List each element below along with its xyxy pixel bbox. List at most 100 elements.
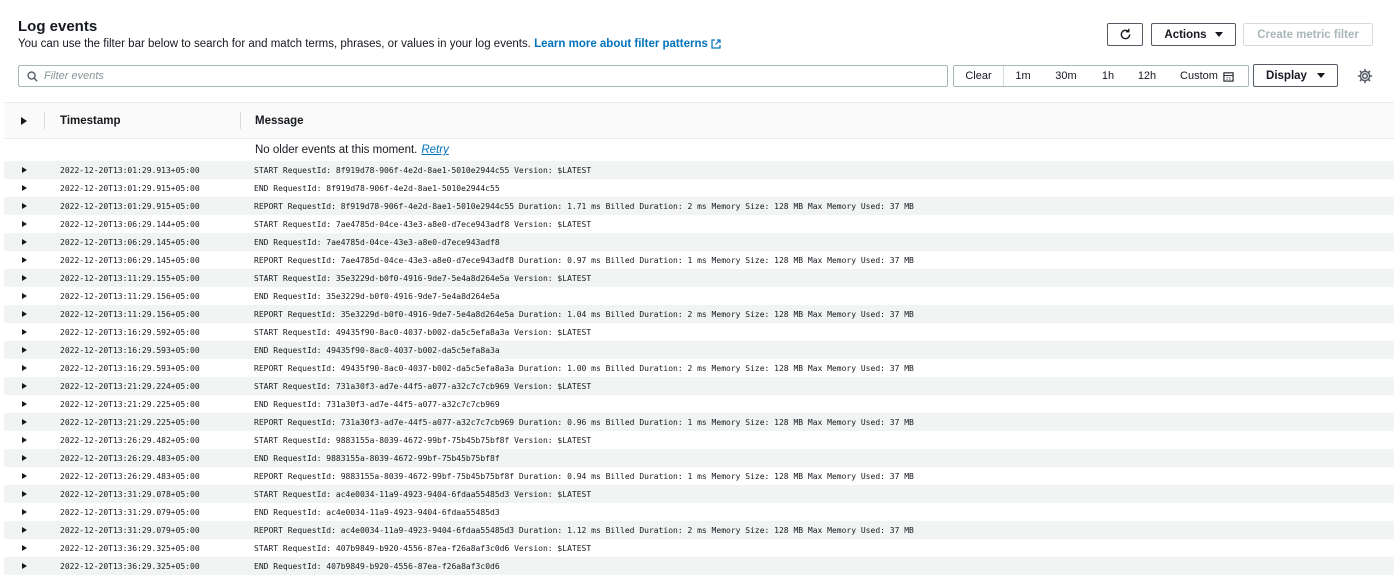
table-row[interactable]: 2022-12-20T13:31:29.079+05:00 REPORT Requ… — [4, 521, 1394, 539]
row-expand-toggle[interactable] — [4, 455, 44, 461]
row-message: START RequestId: 49435f90-8ac0-4037-b002… — [254, 327, 592, 337]
row-timestamp: 2022-12-20T13:36:29.325+05:00 — [60, 561, 200, 571]
filter-events-search[interactable] — [18, 65, 948, 87]
search-input[interactable] — [44, 70, 924, 82]
row-expand-toggle[interactable] — [4, 419, 44, 425]
caret-right-icon — [21, 455, 27, 461]
row-timestamp: 2022-12-20T13:16:29.593+05:00 — [60, 363, 200, 373]
caret-right-icon — [21, 239, 27, 245]
caret-right-icon — [21, 167, 27, 173]
row-message: END RequestId: 35e3229d-b0f0-4916-9de7-5… — [254, 291, 500, 301]
row-timestamp: 2022-12-20T13:21:29.225+05:00 — [60, 417, 200, 427]
row-expand-toggle[interactable] — [4, 185, 44, 191]
row-expand-toggle[interactable] — [4, 563, 44, 569]
row-expand-toggle[interactable] — [4, 221, 44, 227]
column-header-timestamp[interactable]: Timestamp — [44, 112, 240, 129]
table-row[interactable]: 2022-12-20T13:36:29.325+05:00 END Request… — [4, 557, 1394, 575]
table-row[interactable]: 2022-12-20T13:01:29.913+05:00 START Reque… — [4, 161, 1394, 179]
caret-down-icon — [1316, 73, 1325, 78]
caret-right-icon — [21, 563, 27, 569]
caret-right-icon — [21, 221, 27, 227]
actions-button[interactable]: Actions — [1151, 23, 1236, 46]
no-older-text: No older events at this moment. — [255, 144, 418, 156]
row-expand-toggle[interactable] — [4, 365, 44, 371]
learn-more-link[interactable]: Learn more about filter patterns — [534, 38, 721, 50]
table-row[interactable]: 2022-12-20T13:16:29.592+05:00 START Reque… — [4, 323, 1394, 341]
table-row[interactable]: 2022-12-20T13:01:29.915+05:00 END Request… — [4, 179, 1394, 197]
row-expand-toggle[interactable] — [4, 203, 44, 209]
table-row[interactable]: 2022-12-20T13:06:29.144+05:00 START Reque… — [4, 215, 1394, 233]
table-row[interactable]: 2022-12-20T13:06:29.145+05:00 REPORT Requ… — [4, 251, 1394, 269]
row-timestamp: 2022-12-20T13:06:29.144+05:00 — [60, 219, 200, 229]
table-body: 2022-12-20T13:01:29.913+05:00 START Reque… — [4, 161, 1394, 575]
column-header-message[interactable]: Message — [240, 112, 304, 129]
time-range-clear[interactable]: Clear — [954, 66, 1004, 86]
row-message: REPORT RequestId: 8f919d78-906f-4e2d-8ae… — [254, 201, 914, 211]
row-expand-toggle[interactable] — [4, 437, 44, 443]
table-row[interactable]: 2022-12-20T13:21:29.224+05:00 START Reque… — [4, 377, 1394, 395]
table-row[interactable]: 2022-12-20T13:21:29.225+05:00 REPORT Requ… — [4, 413, 1394, 431]
row-timestamp: 2022-12-20T13:16:29.593+05:00 — [60, 345, 200, 355]
row-message: REPORT RequestId: 49435f90-8ac0-4037-b00… — [254, 363, 914, 373]
page-description: You can use the filter bar below to sear… — [18, 37, 721, 51]
row-expand-toggle[interactable] — [4, 509, 44, 515]
row-expand-toggle[interactable] — [4, 275, 44, 281]
time-range-12h[interactable]: 12h — [1126, 66, 1168, 86]
table-row[interactable]: 2022-12-20T13:16:29.593+05:00 REPORT Requ… — [4, 359, 1394, 377]
row-expand-toggle[interactable] — [4, 383, 44, 389]
row-expand-toggle[interactable] — [4, 527, 44, 533]
row-timestamp: 2022-12-20T13:31:29.078+05:00 — [60, 489, 200, 499]
caret-right-icon — [21, 116, 27, 125]
table-row[interactable]: 2022-12-20T13:26:29.483+05:00 END Request… — [4, 449, 1394, 467]
row-timestamp: 2022-12-20T13:21:29.225+05:00 — [60, 399, 200, 409]
expand-all-toggle[interactable] — [4, 116, 44, 125]
row-expand-toggle[interactable] — [4, 401, 44, 407]
row-expand-toggle[interactable] — [4, 473, 44, 479]
row-timestamp: 2022-12-20T13:06:29.145+05:00 — [60, 237, 200, 247]
table-row[interactable]: 2022-12-20T13:06:29.145+05:00 END Request… — [4, 233, 1394, 251]
row-timestamp: 2022-12-20T13:11:29.156+05:00 — [60, 309, 200, 319]
time-range-custom[interactable]: Custom — [1168, 66, 1246, 86]
table-row[interactable]: 2022-12-20T13:36:29.325+05:00 START Reque… — [4, 539, 1394, 557]
caret-right-icon — [21, 329, 27, 335]
table-row[interactable]: 2022-12-20T13:01:29.915+05:00 REPORT Requ… — [4, 197, 1394, 215]
row-expand-toggle[interactable] — [4, 545, 44, 551]
display-button[interactable]: Display — [1253, 64, 1338, 87]
row-expand-toggle[interactable] — [4, 293, 44, 299]
table-row[interactable]: 2022-12-20T13:11:29.156+05:00 END Request… — [4, 287, 1394, 305]
retry-link[interactable]: Retry — [421, 144, 448, 156]
calendar-icon — [1223, 71, 1234, 82]
create-metric-filter-button[interactable]: Create metric filter — [1243, 23, 1373, 46]
row-expand-toggle[interactable] — [4, 257, 44, 263]
row-expand-toggle[interactable] — [4, 167, 44, 173]
table-row[interactable]: 2022-12-20T13:21:29.225+05:00 END Request… — [4, 395, 1394, 413]
table-row[interactable]: 2022-12-20T13:31:29.078+05:00 START Reque… — [4, 485, 1394, 503]
table-row[interactable]: 2022-12-20T13:11:29.156+05:00 REPORT Requ… — [4, 305, 1394, 323]
row-expand-toggle[interactable] — [4, 239, 44, 245]
row-message: START RequestId: 35e3229d-b0f0-4916-9de7… — [254, 273, 592, 283]
table-row[interactable]: 2022-12-20T13:16:29.593+05:00 END Request… — [4, 341, 1394, 359]
table-row[interactable]: 2022-12-20T13:26:29.482+05:00 START Reque… — [4, 431, 1394, 449]
caret-right-icon — [21, 473, 27, 479]
table-row[interactable]: 2022-12-20T13:26:29.483+05:00 REPORT Requ… — [4, 467, 1394, 485]
row-expand-toggle[interactable] — [4, 491, 44, 497]
page-header: Log events You can use the filter bar be… — [18, 18, 721, 51]
time-range-30m[interactable]: 30m — [1042, 66, 1090, 86]
table-row[interactable]: 2022-12-20T13:11:29.155+05:00 START Reque… — [4, 269, 1394, 287]
row-message: REPORT RequestId: 9883155a-8039-4672-99b… — [254, 471, 914, 481]
row-message: END RequestId: ac4e0034-11a9-4923-9404-6… — [254, 507, 500, 517]
row-timestamp: 2022-12-20T13:26:29.483+05:00 — [60, 471, 200, 481]
row-message: START RequestId: 731a30f3-ad7e-44f5-a077… — [254, 381, 592, 391]
caret-right-icon — [21, 311, 27, 317]
row-message: START RequestId: ac4e0034-11a9-4923-9404… — [254, 489, 592, 499]
caret-right-icon — [21, 491, 27, 497]
table-row[interactable]: 2022-12-20T13:31:29.079+05:00 END Request… — [4, 503, 1394, 521]
row-expand-toggle[interactable] — [4, 311, 44, 317]
caret-right-icon — [21, 347, 27, 353]
row-expand-toggle[interactable] — [4, 347, 44, 353]
time-range-1h[interactable]: 1h — [1090, 66, 1126, 86]
refresh-button[interactable] — [1107, 23, 1143, 46]
time-range-1m[interactable]: 1m — [1004, 66, 1042, 86]
row-expand-toggle[interactable] — [4, 329, 44, 335]
gear-icon[interactable] — [1357, 68, 1373, 84]
